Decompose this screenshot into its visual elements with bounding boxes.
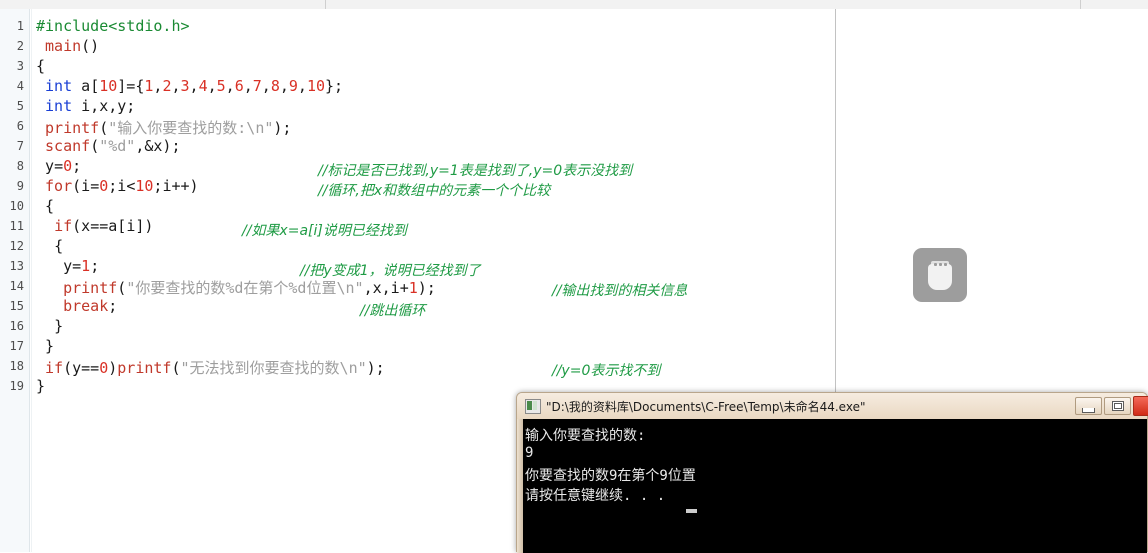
minimize-button[interactable]: [1075, 397, 1102, 415]
line-number: 3: [16, 59, 24, 73]
line-number: 13: [9, 259, 24, 273]
code-line[interactable]: for(i=0;i<10;i++): [36, 177, 199, 195]
code-comment[interactable]: //输出找到的相关信息: [552, 280, 687, 300]
line-number: 2: [16, 39, 24, 53]
usb-drive-icon-pin: [934, 263, 937, 266]
top-strip-divider: [325, 0, 326, 9]
line-number: 19: [9, 379, 24, 393]
line-number: 12: [9, 239, 24, 253]
console-cursor: [686, 509, 697, 513]
code-comment[interactable]: //如果x=a[i]说明已经找到: [242, 220, 407, 240]
code-line[interactable]: printf("你要查找的数%d在第个%d位置\n",x,i+1);: [36, 277, 436, 298]
console-app-icon: [525, 399, 541, 414]
line-number: 9: [16, 179, 24, 193]
console-output-line: 你要查找的数9在第个9位置: [525, 468, 696, 484]
code-line[interactable]: printf("输入你要查找的数:\n");: [36, 117, 291, 138]
maximize-button[interactable]: [1104, 397, 1131, 415]
console-output-line: 请按任意键继续. . .: [525, 488, 666, 504]
code-line[interactable]: main(): [36, 37, 99, 55]
code-line[interactable]: }: [36, 377, 45, 395]
code-line[interactable]: y=0;: [36, 157, 81, 175]
line-number: 5: [16, 99, 24, 113]
minimize-icon: [1082, 408, 1095, 413]
console-titlebar[interactable]: "D:\我的资料库\Documents\C-Free\Temp\未命名44.ex…: [517, 393, 1148, 419]
maximize-icon: [1112, 401, 1124, 411]
console-output-line: 输入你要查找的数:: [525, 428, 646, 444]
code-line[interactable]: y=1;: [36, 257, 99, 275]
console-app-icon-block: [533, 401, 537, 410]
code-line[interactable]: if(x==a[i]): [36, 217, 153, 235]
line-number: 7: [16, 139, 24, 153]
code-line[interactable]: #include<stdio.h>: [36, 17, 190, 35]
code-comment[interactable]: //跳出循环: [360, 300, 425, 320]
usb-drive-icon-pin: [939, 263, 942, 266]
code-line[interactable]: if(y==0)printf("无法找到你要查找的数\n");: [36, 357, 385, 378]
line-number: 15: [9, 299, 24, 313]
console-output-screen[interactable]: 输入你要查找的数: 9 你要查找的数9在第个9位置 请按任意键继续. . .: [523, 419, 1147, 553]
line-number: 11: [9, 219, 24, 233]
code-line[interactable]: {: [36, 237, 63, 255]
code-comment[interactable]: //标记是否已找到,y=1表是找到了,y=0表示没找到: [318, 160, 632, 180]
close-button[interactable]: [1133, 396, 1148, 416]
top-strip-divider: [1080, 0, 1081, 9]
code-line[interactable]: int a[10]={1,2,3,4,5,6,7,8,9,10};: [36, 77, 343, 95]
console-title-text: "D:\我的资料库\Documents\C-Free\Temp\未命名44.ex…: [546, 400, 866, 414]
usb-drive-icon-pin: [944, 263, 947, 266]
code-line[interactable]: {: [36, 57, 45, 75]
gutter-separator: [31, 9, 32, 552]
code-line[interactable]: break;: [36, 297, 117, 315]
line-number: 8: [16, 159, 24, 173]
code-line[interactable]: }: [36, 337, 54, 355]
code-line[interactable]: scanf("%d",&x);: [36, 137, 180, 155]
code-line[interactable]: }: [36, 317, 63, 335]
console-output-line: 9: [525, 445, 534, 461]
code-line[interactable]: {: [36, 197, 54, 215]
line-number: 1: [16, 19, 24, 33]
console-window[interactable]: "D:\我的资料库\Documents\C-Free\Temp\未命名44.ex…: [516, 392, 1148, 553]
line-number: 14: [9, 279, 24, 293]
code-comment[interactable]: //循环,把x和数组中的元素一个个比较: [318, 180, 550, 200]
line-number: 16: [9, 319, 24, 333]
line-number: 17: [9, 339, 24, 353]
line-number: 10: [9, 199, 24, 213]
usb-drive-icon-body: [928, 264, 952, 290]
line-number: 4: [16, 79, 24, 93]
line-number: 6: [16, 119, 24, 133]
usb-drive-icon[interactable]: [913, 248, 967, 302]
code-line[interactable]: int i,x,y;: [36, 97, 135, 115]
code-comment[interactable]: //y=0表示找不到: [552, 360, 660, 380]
console-app-icon-block: [527, 401, 532, 410]
line-number: 18: [9, 359, 24, 373]
